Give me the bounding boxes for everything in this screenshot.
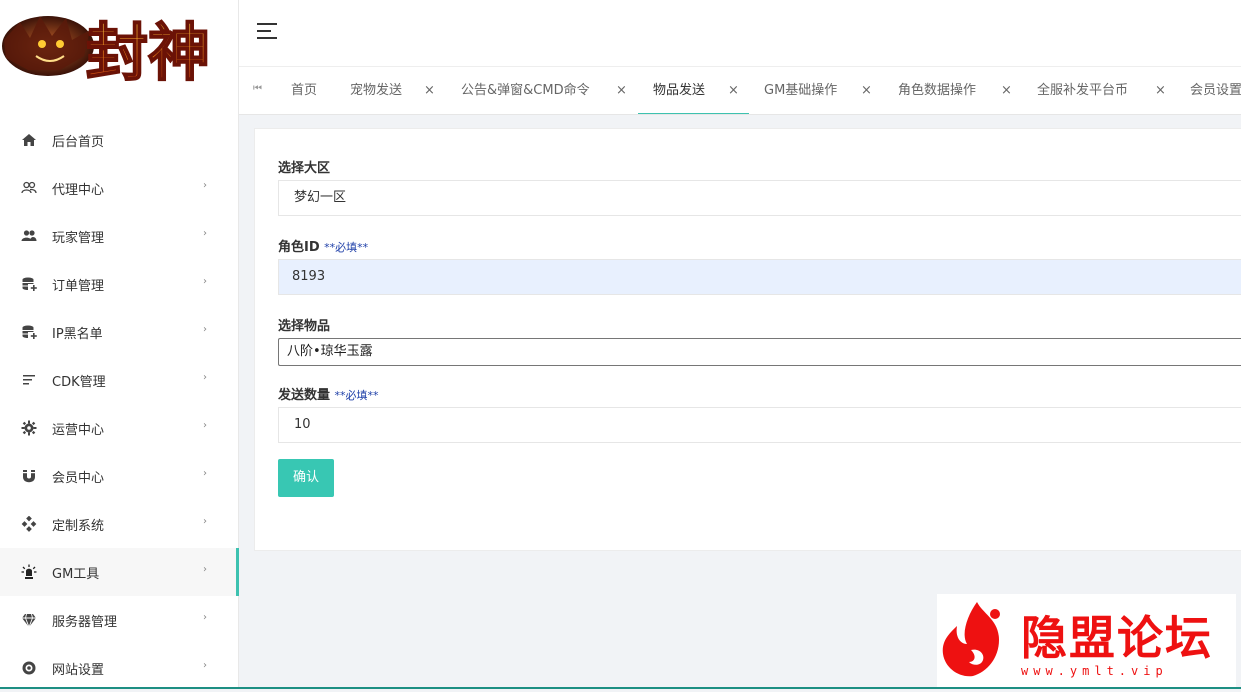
diamonds-icon bbox=[20, 515, 38, 533]
close-icon[interactable]: × bbox=[1155, 67, 1166, 114]
tab[interactable]: 全服补发平台币 bbox=[1037, 67, 1128, 114]
confirm-button[interactable]: 确认 bbox=[278, 459, 334, 497]
tab-label: 物品发送 bbox=[653, 83, 706, 98]
chevron-right-icon: › bbox=[203, 516, 207, 527]
required-hint: **必填** bbox=[324, 241, 369, 254]
home-icon bbox=[20, 131, 38, 149]
chevron-right-icon: › bbox=[203, 228, 207, 239]
diamond-icon bbox=[20, 611, 38, 629]
sidebar-item-label: 定制系统 bbox=[52, 518, 105, 534]
tab-bar: ⏮ 首页 宠物发送 × 公告&弹窗&CMD命令 × 物品发送 × GM基础操作 × 角色数据操作 ×… bbox=[239, 66, 1241, 115]
close-icon[interactable]: × bbox=[861, 67, 872, 114]
role-id-input[interactable]: 8193 bbox=[278, 259, 1241, 295]
sidebar-item-label: IP黑名单 bbox=[52, 326, 103, 342]
chevron-right-icon: › bbox=[203, 468, 207, 479]
close-icon[interactable]: × bbox=[424, 67, 435, 114]
item-select[interactable]: 八阶•琼华玉露 bbox=[278, 338, 1241, 366]
sidebar-item-label: 服务器管理 bbox=[52, 614, 118, 630]
sidebar-item-label: 订单管理 bbox=[52, 278, 105, 294]
globe-icon bbox=[20, 659, 38, 677]
watermark-url: www.ymlt.vip bbox=[1021, 664, 1168, 678]
gear-icon bbox=[20, 419, 38, 437]
logo[interactable]: 封神 bbox=[0, 0, 238, 100]
database-add-icon bbox=[20, 275, 38, 293]
top-header bbox=[239, 0, 1241, 66]
users-icon bbox=[20, 227, 38, 245]
sort-lines-icon bbox=[20, 371, 38, 389]
item-send-form: 选择大区 梦幻一区 角色ID **必填** 8193 选择物品 八阶•琼华玉露 … bbox=[254, 128, 1241, 551]
close-icon[interactable]: × bbox=[1001, 67, 1012, 114]
sidebar-item-label: 玩家管理 bbox=[52, 230, 105, 246]
tab-label: 全服补发平台币 bbox=[1037, 83, 1129, 98]
sidebar-item[interactable]: CDK管理 › bbox=[0, 356, 238, 404]
chevron-right-icon: › bbox=[203, 180, 207, 191]
sidebar-item-label: 会员中心 bbox=[52, 470, 105, 486]
sidebar-item-label: GM工具 bbox=[52, 566, 100, 582]
sidebar-item[interactable]: 服务器管理 › bbox=[0, 596, 238, 644]
sidebar-item[interactable]: 定制系统 › bbox=[0, 500, 238, 548]
magnet-icon bbox=[20, 467, 38, 485]
sidebar-item[interactable]: 代理中心 › bbox=[0, 164, 238, 212]
first-page-icon[interactable]: ⏮ bbox=[253, 83, 262, 94]
quantity-label-text: 发送数量 bbox=[278, 388, 331, 403]
tab[interactable]: 物品发送 bbox=[653, 67, 705, 114]
sidebar-item-label: CDK管理 bbox=[52, 374, 106, 390]
sidebar-item-label: 网站设置 bbox=[52, 662, 105, 678]
close-icon[interactable]: × bbox=[616, 67, 627, 114]
bulb-icon bbox=[20, 563, 38, 581]
logo-text: 封神 bbox=[86, 16, 210, 89]
sidebar-item[interactable]: 后台首页 bbox=[0, 116, 238, 164]
tab-label: 首页 bbox=[291, 83, 318, 98]
tab[interactable]: 会员设置 bbox=[1190, 67, 1241, 114]
chevron-right-icon: › bbox=[203, 420, 207, 431]
tab-label: 会员设置 bbox=[1190, 83, 1241, 98]
watermark-logo-icon bbox=[942, 602, 1000, 677]
tab-label: 角色数据操作 bbox=[898, 83, 977, 98]
close-icon[interactable]: × bbox=[728, 67, 739, 114]
hamburger-menu-icon[interactable] bbox=[257, 23, 277, 41]
sidebar-item[interactable]: 运营中心 › bbox=[0, 404, 238, 452]
tab[interactable]: GM基础操作 bbox=[764, 67, 837, 114]
quantity-input[interactable]: 10 bbox=[278, 407, 1241, 443]
database-add-icon bbox=[20, 323, 38, 341]
role-id-label-text: 角色ID bbox=[278, 240, 320, 255]
watermark: 隐盟论坛 www.ymlt.vip bbox=[937, 594, 1236, 687]
chevron-right-icon: › bbox=[203, 564, 207, 575]
sidebar-item-label: 运营中心 bbox=[52, 422, 105, 438]
tab-label: GM基础操作 bbox=[764, 83, 838, 98]
tab-label: 公告&弹窗&CMD命令 bbox=[461, 83, 590, 98]
chevron-right-icon: › bbox=[203, 660, 207, 671]
tab[interactable]: 角色数据操作 bbox=[898, 67, 976, 114]
chevron-right-icon: › bbox=[203, 372, 207, 383]
sidebar-item[interactable]: 网站设置 › bbox=[0, 644, 238, 692]
sidebar: 封神 后台首页 代理中心 › 玩家管理 › 订单管理 › IP黑名单 › CDK管理 › 运营中心 › 会… bbox=[0, 0, 239, 689]
sidebar-item-label: 代理中心 bbox=[52, 182, 105, 198]
role-id-label: 角色ID **必填** bbox=[278, 236, 368, 255]
watermark-title: 隐盟论坛 bbox=[1021, 611, 1213, 665]
region-select[interactable]: 梦幻一区 bbox=[278, 180, 1241, 216]
region-label: 选择大区 bbox=[278, 161, 331, 176]
quantity-label: 发送数量 **必填** bbox=[278, 384, 379, 403]
sidebar-item[interactable]: IP黑名单 › bbox=[0, 308, 238, 356]
chevron-right-icon: › bbox=[203, 612, 207, 623]
required-hint: **必填** bbox=[334, 389, 379, 402]
tab[interactable]: 首页 bbox=[291, 67, 317, 114]
tab[interactable]: 公告&弹窗&CMD命令 bbox=[461, 67, 590, 114]
active-tab-indicator bbox=[638, 113, 749, 114]
users-outline-icon bbox=[20, 179, 38, 197]
sidebar-item[interactable]: 会员中心 › bbox=[0, 452, 238, 500]
tab[interactable]: 宠物发送 bbox=[350, 67, 402, 114]
sidebar-item[interactable]: 订单管理 › bbox=[0, 260, 238, 308]
sidebar-item[interactable]: GM工具 › bbox=[0, 548, 239, 596]
sidebar-menu: 后台首页 代理中心 › 玩家管理 › 订单管理 › IP黑名单 › CDK管理 › 运营中心 › 会员中心… bbox=[0, 116, 239, 692]
chevron-right-icon: › bbox=[203, 324, 207, 335]
sidebar-item[interactable]: 玩家管理 › bbox=[0, 212, 238, 260]
sidebar-item-label: 后台首页 bbox=[52, 134, 105, 150]
chevron-right-icon: › bbox=[203, 276, 207, 287]
item-label: 选择物品 bbox=[278, 319, 331, 334]
tab-label: 宠物发送 bbox=[350, 83, 403, 98]
